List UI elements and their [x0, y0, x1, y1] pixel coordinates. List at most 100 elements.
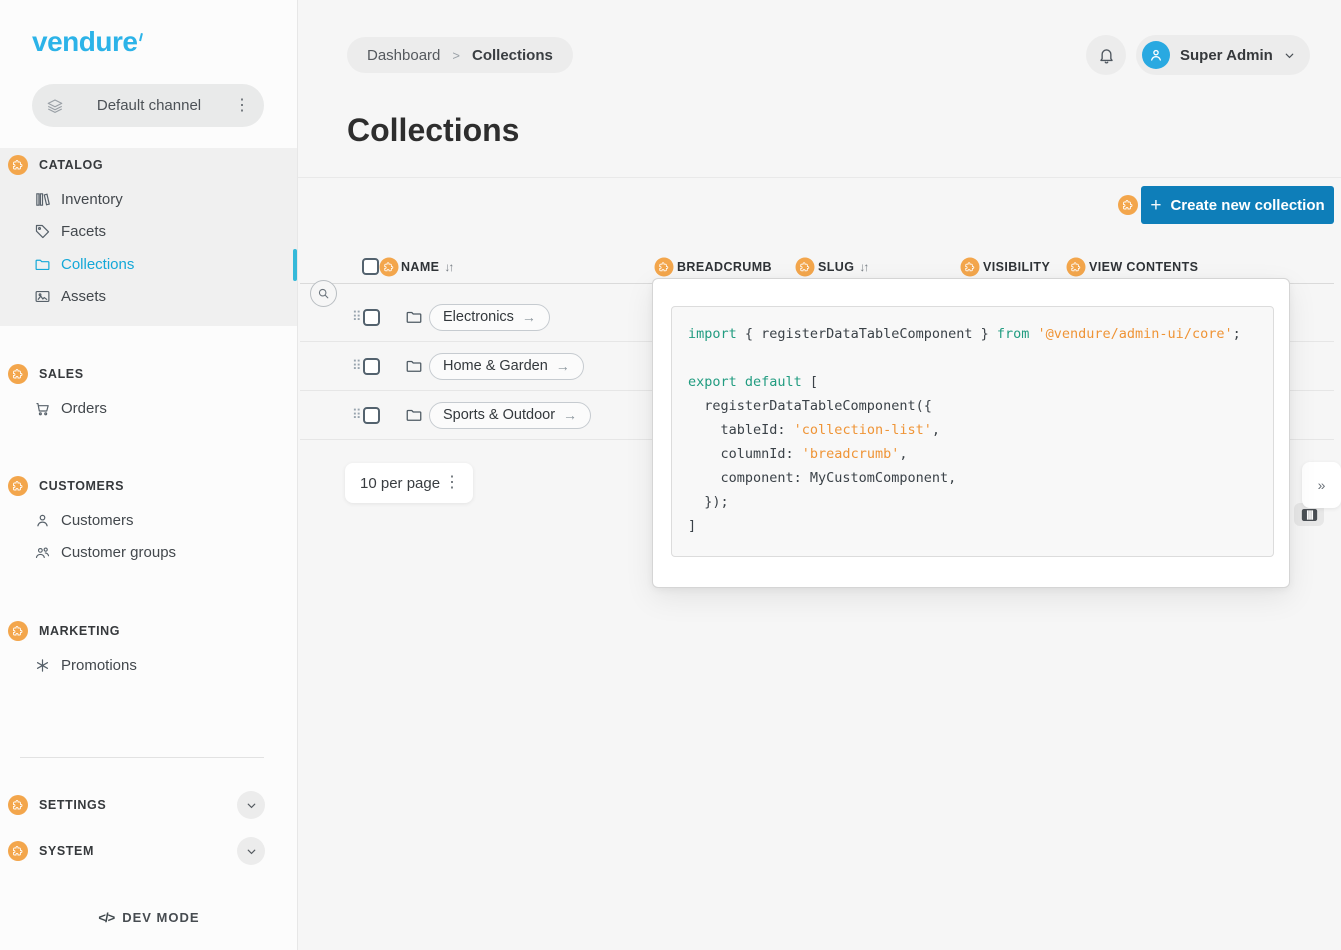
settings-expand-button[interactable] [237, 791, 265, 819]
extension-badge-icon[interactable] [1118, 195, 1138, 215]
users-group-icon [34, 544, 51, 561]
code-snippet: import { registerDataTableComponent } fr… [671, 306, 1274, 557]
dev-mode-code-popover: import { registerDataTableComponent } fr… [652, 278, 1290, 588]
arrow-right-icon: → [563, 407, 577, 423]
drag-handle[interactable]: ⠿ [352, 293, 362, 341]
column-label: NAME [401, 260, 439, 274]
extension-badge-icon[interactable] [1067, 258, 1086, 277]
breadcrumb-separator-icon: > [452, 48, 460, 63]
row-checkbox[interactable] [363, 309, 380, 326]
search-toggle[interactable] [310, 280, 337, 307]
collection-name: Sports & Outdoor [443, 407, 555, 423]
sidebar-item-promotions[interactable]: Promotions [0, 649, 290, 681]
breadcrumb-dashboard-link[interactable]: Dashboard [367, 47, 440, 64]
avatar [1142, 41, 1170, 69]
header-divider [298, 177, 1341, 178]
vendure-logo[interactable]: vendure [32, 26, 142, 58]
extension-badge-icon[interactable] [380, 258, 399, 277]
code-icon: </> [98, 910, 114, 925]
row-checkbox[interactable] [363, 358, 380, 375]
folder-icon [405, 391, 423, 439]
sidebar-item-label: Facets [61, 223, 106, 240]
select-all-checkbox[interactable] [362, 258, 379, 275]
next-page-button[interactable]: » [1302, 462, 1341, 508]
user-icon [34, 512, 51, 529]
logo-tick-icon [139, 32, 144, 40]
sidebar-item-facets[interactable]: Facets [0, 215, 290, 247]
sidebar-item-customers[interactable]: Customers [0, 504, 290, 536]
system-expand-button[interactable] [237, 837, 265, 865]
extension-badge-icon[interactable] [8, 155, 28, 175]
sort-icon[interactable]: ↓↑ [859, 260, 867, 274]
user-menu[interactable]: Super Admin [1136, 35, 1310, 75]
sidebar-item-customer-groups[interactable]: Customer groups [0, 536, 290, 568]
section-label: CATALOG [39, 158, 103, 172]
folder-icon [405, 342, 423, 390]
column-header-slug[interactable]: SLUG ↓↑ [818, 260, 867, 274]
sidebar-item-label: Customer groups [61, 544, 176, 561]
folder-icon [34, 256, 51, 273]
sidebar-item-label: Orders [61, 400, 107, 417]
breadcrumb: Dashboard > Collections [347, 37, 573, 73]
promotion-icon [34, 657, 51, 674]
section-label: MARKETING [39, 624, 120, 638]
extension-badge-icon[interactable] [8, 795, 28, 815]
page-title: Collections [347, 112, 519, 149]
drag-handle[interactable]: ⠿ [352, 342, 362, 390]
section-heading-customers: CUSTOMERS [0, 473, 298, 499]
column-header-name[interactable]: NAME ↓↑ [401, 260, 452, 274]
column-header-view-contents: VIEW CONTENTS [1089, 260, 1198, 274]
column-header-breadcrumb: BREADCRUMB [677, 260, 772, 274]
collection-link[interactable]: Sports & Outdoor → [429, 402, 591, 429]
active-item-indicator [293, 249, 297, 281]
extension-badge-icon[interactable] [8, 621, 28, 641]
image-icon [34, 288, 51, 305]
tag-icon [34, 223, 51, 240]
sidebar-item-assets[interactable]: Assets [0, 280, 290, 312]
per-page-label: 10 per page [360, 475, 440, 492]
extension-badge-icon[interactable] [796, 258, 815, 277]
row-checkbox[interactable] [363, 407, 380, 424]
breadcrumb-current[interactable]: Collections [472, 47, 553, 64]
sidebar-item-collections[interactable]: Collections [0, 248, 290, 280]
sort-icon[interactable]: ↓↑ [444, 260, 452, 274]
sidebar-item-label: Customers [61, 512, 134, 529]
checkbox[interactable] [362, 258, 379, 275]
collection-name: Electronics [443, 309, 514, 325]
section-label: SETTINGS [39, 798, 106, 812]
extension-badge-icon[interactable] [8, 364, 28, 384]
dev-mode-label: DEV MODE [122, 910, 199, 925]
extension-badge-icon[interactable] [961, 258, 980, 277]
drag-handle[interactable]: ⠿ [352, 391, 362, 439]
sidebar-item-label: Inventory [61, 191, 123, 208]
layers-icon [46, 97, 64, 115]
section-heading-sales: SALES [0, 361, 298, 387]
section-label: CUSTOMERS [39, 479, 124, 493]
dev-mode-toggle[interactable]: </> DEV MODE [0, 910, 298, 925]
sidebar-item-label: Collections [61, 256, 134, 273]
search-icon [317, 287, 330, 300]
collection-name: Home & Garden [443, 358, 548, 374]
sidebar-item-orders[interactable]: Orders [0, 392, 290, 424]
extension-badge-icon[interactable] [655, 258, 674, 277]
column-label: VIEW CONTENTS [1089, 260, 1198, 274]
extension-badge-icon[interactable] [8, 476, 28, 496]
logo-text: vendure [32, 26, 137, 57]
channel-selector[interactable]: Default channel ⋮ [32, 84, 264, 127]
user-name: Super Admin [1180, 47, 1273, 64]
collection-link[interactable]: Electronics → [429, 304, 550, 331]
bell-icon [1097, 46, 1116, 65]
sidebar-item-inventory[interactable]: Inventory [0, 183, 290, 215]
arrow-right-icon: → [522, 309, 536, 325]
notifications-button[interactable] [1086, 35, 1126, 75]
per-page-kebab-icon[interactable]: ⋮ [444, 475, 460, 491]
extension-badge-icon[interactable] [8, 841, 28, 861]
items-per-page-select[interactable]: 10 per page ⋮ [345, 463, 473, 503]
sidebar-item-label: Assets [61, 288, 106, 305]
channel-menu-kebab-icon[interactable]: ⋮ [234, 98, 250, 114]
create-new-collection-button[interactable]: + Create new collection [1141, 186, 1334, 224]
collection-link[interactable]: Home & Garden→ [429, 353, 584, 380]
section-heading-marketing: MARKETING [0, 618, 298, 644]
column-label: SLUG [818, 260, 854, 274]
sidebar-divider [20, 757, 264, 758]
